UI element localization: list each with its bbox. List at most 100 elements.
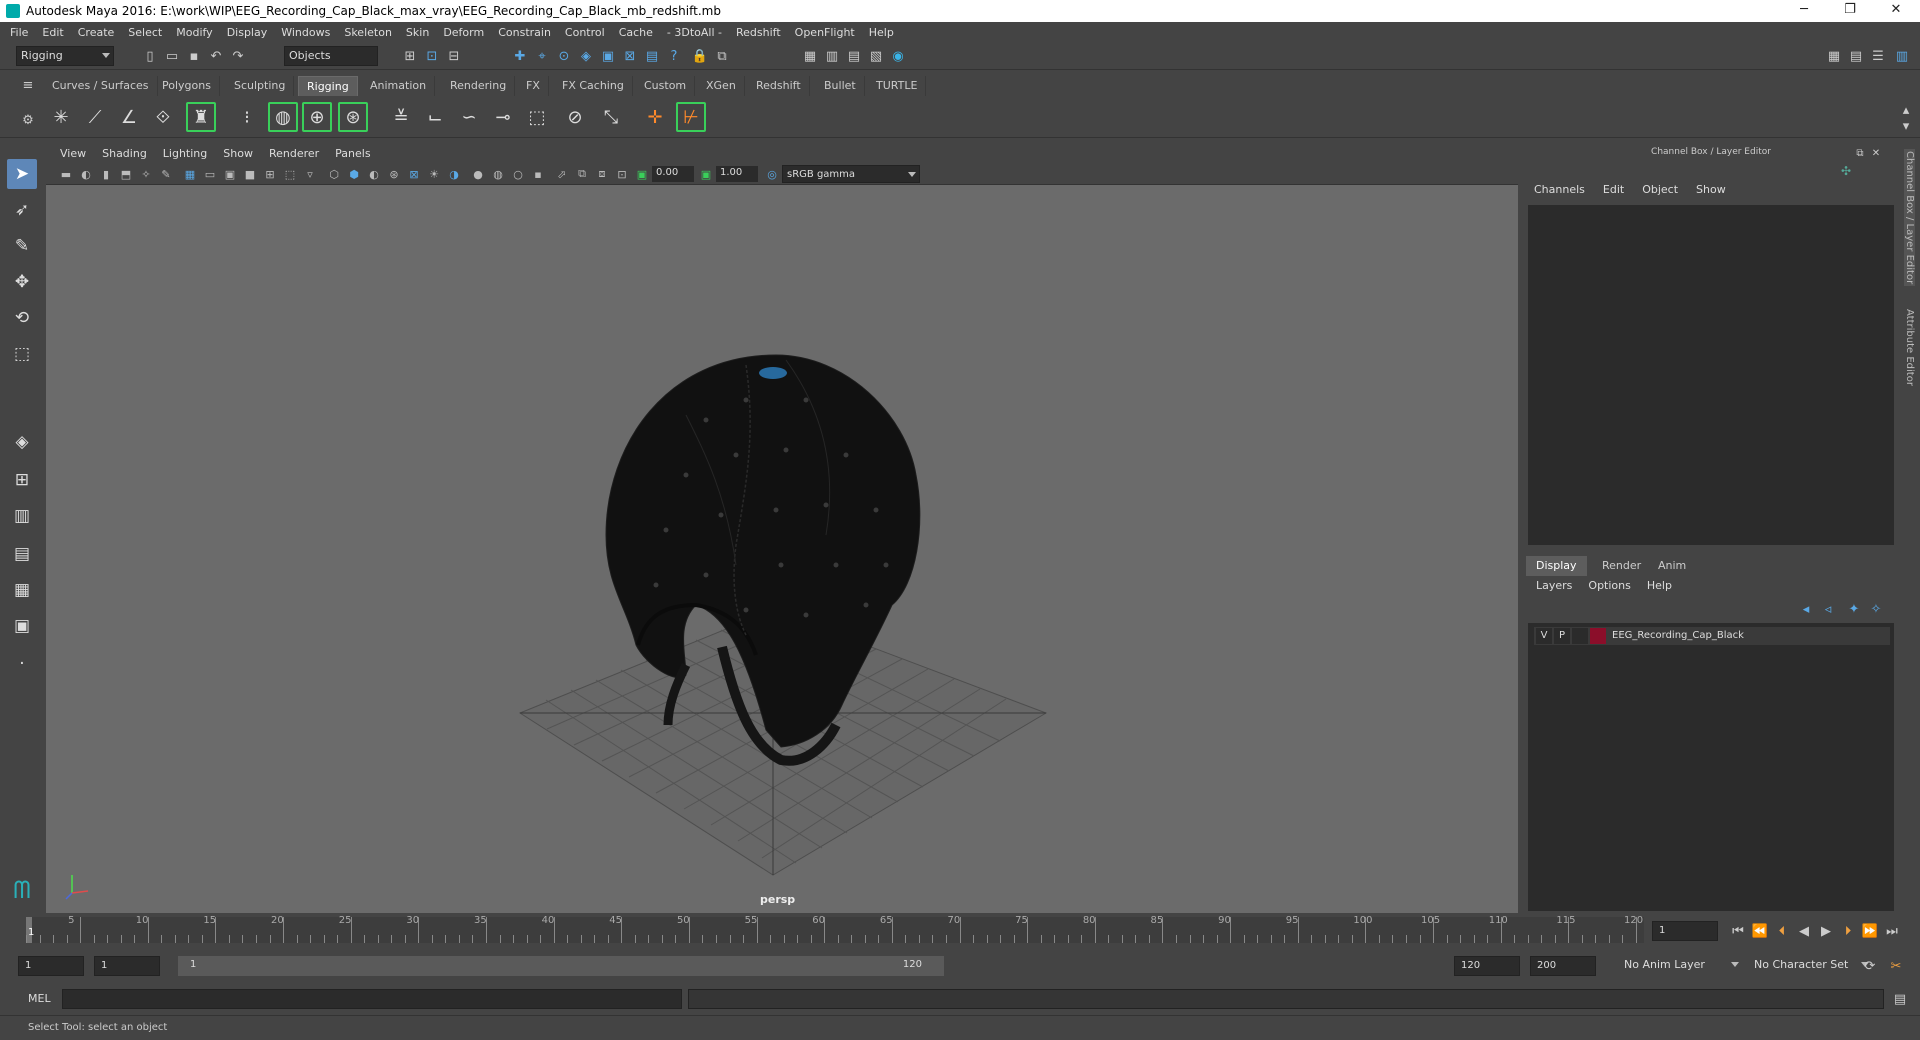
paint-weights-icon[interactable]: ⊕	[302, 102, 332, 132]
xray-icon[interactable]: ⧉	[574, 166, 590, 182]
time-slider[interactable]: 1 1 ⏮ ⏪ ⏴ ◀ ▶ ⏵ ⏩ ⏭ 5 10 15 20 25 30 35 40 45 50 5…	[0, 913, 1920, 947]
vp-menu-show[interactable]: Show	[223, 147, 253, 160]
play-forward-icon[interactable]: ▶	[1816, 921, 1836, 941]
shelf-tab-bullet[interactable]: Bullet	[816, 76, 865, 96]
layer-playback-toggle[interactable]: P	[1554, 628, 1570, 644]
menu-windows[interactable]: Windows	[281, 26, 330, 39]
shelf-tab-fx[interactable]: FX	[518, 76, 549, 96]
persp-outliner-icon[interactable]: ▥	[7, 501, 37, 531]
field-chart-icon[interactable]: ⊞	[262, 166, 278, 182]
motion-blur-icon[interactable]: ◍	[490, 166, 506, 182]
tab-anim[interactable]: Anim	[1648, 556, 1696, 576]
vp-menu-renderer[interactable]: Renderer	[269, 147, 319, 160]
select-hierarchy-icon[interactable]: ⊞	[400, 46, 420, 66]
locator-icon[interactable]: ✛	[640, 102, 670, 132]
exposure-field[interactable]: 0.00	[652, 166, 694, 182]
le-menu-help[interactable]: Help	[1647, 579, 1672, 597]
snap-point-icon[interactable]: ⊙	[554, 46, 574, 66]
gamma-icon[interactable]: ▣	[698, 166, 714, 182]
shelf-tab-sculpting[interactable]: Sculpting	[226, 76, 295, 96]
restore-button[interactable]: ❐	[1828, 0, 1872, 22]
new-layer-selected-icon[interactable]: ✧	[1866, 599, 1886, 619]
layout-options-icon[interactable]: ▣	[7, 611, 37, 641]
multisample-aa-icon[interactable]: ○	[510, 166, 526, 182]
aim-constraint-icon[interactable]: ⌙	[420, 102, 450, 132]
parent-constraint-icon[interactable]: ⊸	[488, 102, 518, 132]
shelf-tab-xgen[interactable]: XGen	[698, 76, 745, 96]
cb-menu-channels[interactable]: Channels	[1534, 183, 1585, 201]
playback-end-field[interactable]: 120	[1454, 956, 1520, 976]
shelf-tab-redshift[interactable]: Redshift	[748, 76, 810, 96]
vp-menu-panels[interactable]: Panels	[335, 147, 370, 160]
wireframe-icon[interactable]: ⬡	[326, 166, 342, 182]
layer-color-swatch[interactable]	[1590, 628, 1606, 644]
close-button[interactable]: ✕	[1874, 0, 1918, 22]
depth-of-field-icon[interactable]: ▪	[530, 166, 546, 182]
start-time-field[interactable]: 1	[18, 956, 84, 976]
menu-file[interactable]: File	[10, 26, 28, 39]
wireframe-on-shaded-icon[interactable]: ⊛	[386, 166, 402, 182]
redshift-render-icon[interactable]: ◉	[888, 46, 908, 66]
go-to-end-icon[interactable]: ⏭	[1882, 921, 1902, 941]
color-space-dropdown[interactable]: sRGB gamma	[782, 165, 920, 183]
snap-surface-icon[interactable]: ▣	[598, 46, 618, 66]
menu-skin[interactable]: Skin	[406, 26, 429, 39]
orient-constraint-icon[interactable]: ∽	[454, 102, 484, 132]
menu-help[interactable]: Help	[869, 26, 894, 39]
menu-display[interactable]: Display	[227, 26, 268, 39]
persp-graph-icon[interactable]: ▤	[7, 539, 37, 569]
new-layer-icon[interactable]: ✦	[1844, 599, 1864, 619]
scale-constraint-icon[interactable]: ⬚	[522, 102, 552, 132]
safe-action-icon[interactable]: ⬚	[282, 166, 298, 182]
joint-tool-icon[interactable]: ✳	[46, 102, 76, 132]
perspective-viewport[interactable]: persp	[46, 185, 1518, 913]
render-current-icon[interactable]: ▦	[800, 46, 820, 66]
snap-help-icon[interactable]: ?	[664, 46, 684, 66]
xray-active-icon[interactable]: ⊡	[614, 166, 630, 182]
side-tab-channel-box[interactable]: Channel Box / Layer Editor	[1904, 149, 1915, 287]
shelf-options-icon[interactable]: ⚙	[18, 110, 38, 130]
shelf-menu-icon[interactable]: ≡	[18, 75, 38, 95]
color-management-icon[interactable]: ◎	[764, 166, 780, 182]
anim-layer-dropdown[interactable]: No Anim Layer	[1620, 956, 1742, 976]
bookmark-icon[interactable]: ▮	[98, 166, 114, 182]
snap-plane-icon[interactable]: ◈	[576, 46, 596, 66]
save-scene-icon[interactable]: ▪	[184, 46, 204, 66]
camera-attributes-icon[interactable]: ◐	[78, 166, 94, 182]
redo-icon[interactable]: ↷	[228, 46, 248, 66]
le-menu-layers[interactable]: Layers	[1536, 579, 1572, 597]
menu-edit[interactable]: Edit	[42, 26, 63, 39]
step-back-frame-icon[interactable]: ⏴	[1772, 921, 1792, 941]
shelf-tab-custom[interactable]: Custom	[636, 76, 696, 96]
shelf-tab-fx-caching[interactable]: FX Caching	[554, 76, 633, 96]
close-panel-icon[interactable]: ✕	[1866, 143, 1886, 163]
vp-menu-lighting[interactable]: Lighting	[163, 147, 207, 160]
layer-row[interactable]: V P EEG_Recording_Cap_Black	[1534, 627, 1890, 645]
rotate-tool-icon[interactable]: ⟲	[7, 303, 37, 333]
new-scene-icon[interactable]: ▯	[140, 46, 160, 66]
step-forward-key-icon[interactable]: ⏩	[1860, 921, 1880, 941]
camera-icon[interactable]: ▬	[58, 166, 74, 182]
cb-menu-edit[interactable]: Edit	[1603, 183, 1624, 201]
paint-select-icon[interactable]: ✎	[7, 231, 37, 261]
move-tool-icon[interactable]: ✥	[7, 267, 37, 297]
grease-pencil-icon[interactable]: ✎	[158, 166, 174, 182]
shelf-scroll-down-icon[interactable]: ▾	[1896, 116, 1916, 136]
ik-handle-icon[interactable]: ⟋	[80, 102, 110, 132]
resolution-gate-icon[interactable]: ▣	[222, 166, 238, 182]
ipr-render-icon[interactable]: ▥	[822, 46, 842, 66]
point-constraint-icon[interactable]: ≚	[386, 102, 416, 132]
lock-icon[interactable]: 🔒	[690, 46, 710, 66]
mel-label[interactable]: MEL	[28, 992, 51, 1005]
select-component-icon[interactable]: ⊟	[444, 46, 464, 66]
menu-3dtoall[interactable]: - 3DtoAll -	[667, 26, 722, 39]
scale-tool-icon[interactable]: ⬚	[7, 339, 37, 369]
menu-modify[interactable]: Modify	[176, 26, 212, 39]
snap-grid-icon[interactable]: ✚	[510, 46, 530, 66]
hypershade-layout-icon[interactable]: ▦	[7, 575, 37, 605]
cluster-icon[interactable]: ⊬	[676, 102, 706, 132]
tab-render[interactable]: Render	[1592, 556, 1651, 576]
menu-deform[interactable]: Deform	[443, 26, 484, 39]
range-bar-fill[interactable]	[178, 956, 944, 976]
vp-menu-shading[interactable]: Shading	[102, 147, 147, 160]
